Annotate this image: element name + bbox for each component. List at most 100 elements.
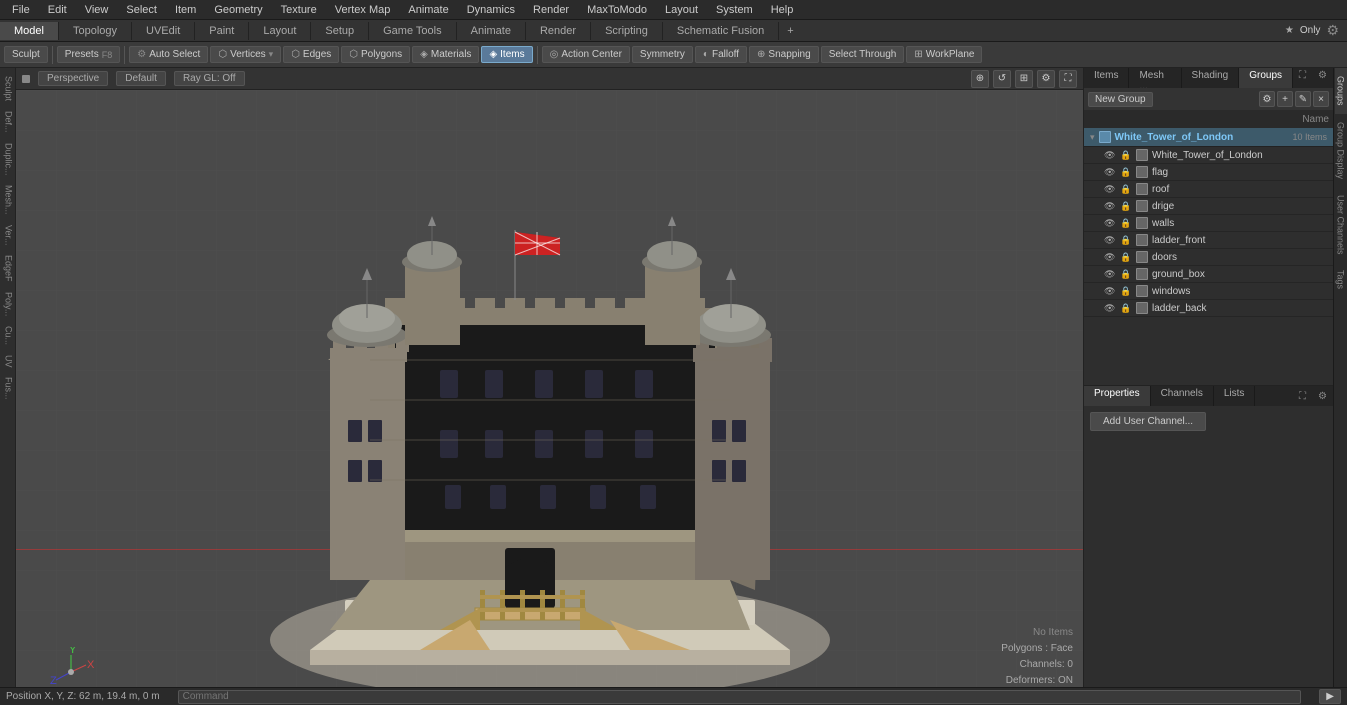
menu-item[interactable]: Item	[167, 2, 204, 18]
menu-geometry[interactable]: Geometry	[206, 2, 270, 18]
vertices-button[interactable]: ⬡ Vertices ▾	[210, 46, 281, 63]
visibility-icon[interactable]: 👁	[1104, 184, 1116, 195]
tab-model[interactable]: Model	[0, 22, 59, 40]
lock-icon[interactable]: 🔒	[1120, 235, 1132, 246]
rt-tab-groups[interactable]: Groups	[1239, 68, 1293, 88]
panel-settings-btn[interactable]: ⚙	[1312, 68, 1333, 88]
rv-tab-tags[interactable]: Tags	[1335, 262, 1347, 297]
menu-texture[interactable]: Texture	[273, 2, 325, 18]
list-item[interactable]: 👁 🔒 ground_box	[1084, 266, 1333, 283]
visibility-icon[interactable]: 👁	[1104, 167, 1116, 178]
menu-edit[interactable]: Edit	[40, 2, 75, 18]
sculpt-button[interactable]: Sculpt	[4, 46, 48, 63]
ray-gl-button[interactable]: Ray GL: Off	[174, 71, 245, 86]
sidebar-tab-sculpt[interactable]: Sculpt	[1, 72, 15, 105]
tab-add-button[interactable]: +	[779, 22, 801, 40]
tab-uvedit[interactable]: UVEdit	[132, 22, 195, 40]
groups-icon2[interactable]: +	[1277, 91, 1293, 107]
edges-button[interactable]: ⬡ Edges	[283, 46, 339, 63]
materials-button[interactable]: ◈ Materials	[412, 46, 479, 63]
props-expand-btn[interactable]: ⛶	[1293, 389, 1312, 404]
settings-icon[interactable]: ⚙	[1037, 70, 1055, 88]
command-area[interactable]	[178, 690, 1302, 704]
default-button[interactable]: Default	[116, 71, 166, 86]
menu-layout[interactable]: Layout	[657, 2, 706, 18]
viewport-canvas[interactable]: X Y Z No Items Polygons : Face Channels:…	[16, 90, 1083, 705]
sidebar-tab-edgef[interactable]: EdgeF	[1, 251, 15, 286]
tab-render[interactable]: Render	[526, 22, 591, 40]
rv-tab-user-channels[interactable]: User Channels	[1335, 187, 1347, 263]
sidebar-tab-mesh[interactable]: Mesh...	[1, 181, 15, 219]
lock-icon[interactable]: 🔒	[1120, 218, 1132, 229]
sidebar-tab-uv[interactable]: UV	[1, 351, 15, 372]
list-item[interactable]: 👁 🔒 windows	[1084, 283, 1333, 300]
visibility-icon[interactable]: 👁	[1104, 150, 1116, 161]
lock-icon[interactable]: 🔒	[1120, 184, 1132, 195]
presets-button[interactable]: Presets F8	[57, 46, 120, 63]
sidebar-tab-cu[interactable]: Cu...	[1, 322, 15, 349]
lock-icon[interactable]: 🔒	[1120, 286, 1132, 297]
visibility-icon[interactable]: 👁	[1104, 286, 1116, 297]
workplane-button[interactable]: ⊞ WorkPlane	[906, 46, 982, 63]
command-execute-btn[interactable]: ▶	[1319, 689, 1341, 704]
expand-icon[interactable]: ⛶	[1059, 70, 1077, 88]
lock-icon[interactable]: 🔒	[1120, 167, 1132, 178]
snapping-button[interactable]: ⊕ Snapping	[749, 46, 819, 63]
menu-file[interactable]: File	[4, 2, 38, 18]
tab-animate[interactable]: Animate	[457, 22, 526, 40]
props-tab-channels[interactable]: Channels	[1151, 386, 1214, 406]
rv-tab-group-display[interactable]: Group Display	[1335, 114, 1347, 187]
select-through-button[interactable]: Select Through	[821, 46, 905, 63]
tab-game-tools[interactable]: Game Tools	[369, 22, 457, 40]
lock-icon[interactable]: 🔒	[1120, 150, 1132, 161]
props-tab-lists[interactable]: Lists	[1214, 386, 1256, 406]
visibility-icon[interactable]: 👁	[1104, 303, 1116, 314]
tab-topology[interactable]: Topology	[59, 22, 132, 40]
orbit-icon[interactable]: ⊕	[971, 70, 989, 88]
tab-scripting[interactable]: Scripting	[591, 22, 663, 40]
props-tab-properties[interactable]: Properties	[1084, 386, 1151, 406]
rt-tab-mesh[interactable]: Mesh ...	[1129, 68, 1181, 88]
sidebar-tab-ver[interactable]: Ver...	[1, 221, 15, 250]
group-root-item[interactable]: ▾ White_Tower_of_London 10 Items	[1084, 128, 1333, 147]
sidebar-tab-def[interactable]: Def...	[1, 107, 15, 137]
menu-vertex-map[interactable]: Vertex Map	[327, 2, 399, 18]
groups-list[interactable]: ▾ White_Tower_of_London 10 Items 👁 🔒 Whi…	[1084, 128, 1333, 385]
groups-icon4[interactable]: ×	[1313, 91, 1329, 107]
sidebar-tab-fus[interactable]: Fus...	[1, 373, 15, 404]
settings-icon[interactable]: ⚙	[1326, 22, 1339, 39]
list-item[interactable]: 👁 🔒 ladder_front	[1084, 232, 1333, 249]
tab-paint[interactable]: Paint	[195, 22, 249, 40]
lock-icon[interactable]: 🔒	[1120, 269, 1132, 280]
list-item[interactable]: 👁 🔒 ladder_back	[1084, 300, 1333, 317]
menu-select[interactable]: Select	[118, 2, 165, 18]
sidebar-tab-poly[interactable]: Poly...	[1, 288, 15, 320]
items-button[interactable]: ◈ Items	[481, 46, 532, 63]
list-item[interactable]: 👁 🔒 walls	[1084, 215, 1333, 232]
menu-view[interactable]: View	[77, 2, 117, 18]
visibility-icon[interactable]: 👁	[1104, 252, 1116, 263]
tab-schematic-fusion[interactable]: Schematic Fusion	[663, 22, 779, 40]
visibility-icon[interactable]: 👁	[1104, 201, 1116, 212]
menu-maxtomodo[interactable]: MaxToModo	[579, 2, 655, 18]
rv-tab-groups[interactable]: Groups	[1335, 68, 1347, 114]
rt-tab-shading[interactable]: Shading	[1182, 68, 1240, 88]
menu-animate[interactable]: Animate	[400, 2, 456, 18]
menu-dynamics[interactable]: Dynamics	[459, 2, 523, 18]
action-center-button[interactable]: ◎ Action Center	[542, 46, 630, 63]
perspective-button[interactable]: Perspective	[38, 71, 108, 86]
falloff-button[interactable]: ◐ Falloff	[695, 46, 747, 63]
symmetry-button[interactable]: Symmetry	[632, 46, 693, 63]
visibility-icon[interactable]: 👁	[1104, 235, 1116, 246]
polygons-button[interactable]: ⬡ Polygons	[341, 46, 410, 63]
groups-icon1[interactable]: ⚙	[1259, 91, 1275, 107]
refresh-icon[interactable]: ↺	[993, 70, 1011, 88]
new-group-button[interactable]: New Group	[1088, 92, 1153, 107]
lock-icon[interactable]: 🔒	[1120, 201, 1132, 212]
menu-render[interactable]: Render	[525, 2, 577, 18]
viewport[interactable]: Perspective Default Ray GL: Off ⊕ ↺ ⊞ ⚙ …	[16, 68, 1083, 705]
lock-icon[interactable]: 🔒	[1120, 303, 1132, 314]
rt-tab-items[interactable]: Items	[1084, 68, 1129, 88]
list-item[interactable]: 👁 🔒 drige	[1084, 198, 1333, 215]
list-item[interactable]: 👁 🔒 doors	[1084, 249, 1333, 266]
